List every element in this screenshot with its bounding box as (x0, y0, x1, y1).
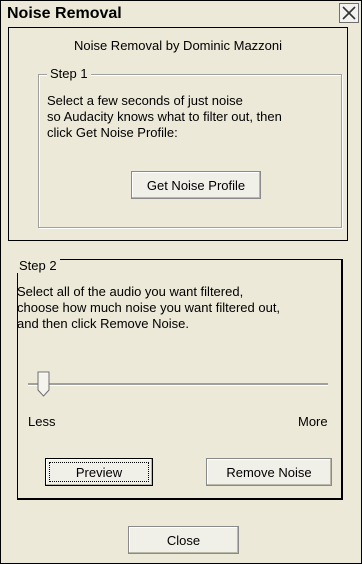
window-close-button[interactable] (339, 3, 359, 23)
noise-slider-track[interactable] (28, 383, 328, 386)
step1-legend: Step 1 (47, 66, 91, 81)
slider-min-label: Less (28, 414, 56, 429)
noise-slider-thumb[interactable] (37, 371, 51, 397)
step1-description-line: Select a few seconds of just noise (47, 93, 243, 108)
title-bar: Noise Removal (1, 1, 361, 27)
noise-removal-window: Noise Removal Noise Removal by Dominic M… (0, 0, 362, 564)
step1-group: Step 1 Select a few seconds of just nois… (38, 66, 342, 228)
step1-panel: Noise Removal by Dominic Mazzoni Step 1 … (8, 27, 348, 241)
close-button[interactable]: Close (128, 526, 239, 554)
get-noise-profile-button[interactable]: Get Noise Profile (131, 171, 261, 199)
step2-description-line: Select all of the audio you want filtere… (17, 284, 244, 299)
close-icon (342, 6, 356, 20)
step1-description: Select a few seconds of just noise so Au… (47, 93, 282, 141)
slider-max-label: More (298, 414, 328, 429)
step2-description-line: and then click Remove Noise. (17, 316, 189, 331)
credit-text: Noise Removal by Dominic Mazzoni (73, 38, 283, 53)
step2-description: Select all of the audio you want filtere… (17, 284, 280, 332)
window-title: Noise Removal (7, 5, 122, 22)
step2-description-line: choose how much noise you want filtered … (17, 300, 281, 315)
remove-noise-button[interactable]: Remove Noise (206, 458, 332, 486)
preview-button[interactable]: Preview (45, 458, 153, 486)
step1-description-line: click Get Noise Profile: (47, 125, 178, 140)
step1-description-line: so Audacity knows what to filter out, th… (47, 109, 282, 124)
step2-legend: Step 2 (16, 258, 60, 273)
